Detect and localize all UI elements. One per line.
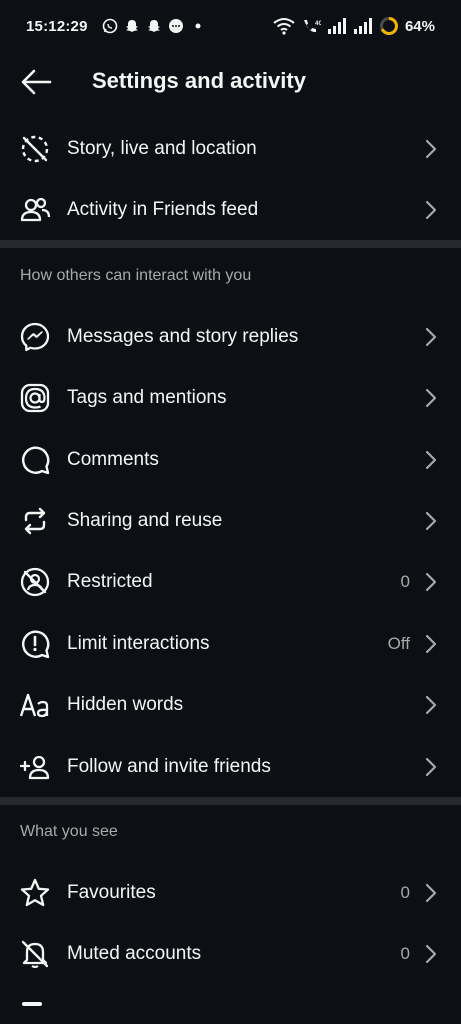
dot-icon xyxy=(190,18,206,34)
volte-call-icon: 4G xyxy=(301,17,321,35)
text-aa-icon xyxy=(19,689,51,721)
muted-accounts-count: 0 xyxy=(400,943,410,963)
section-title-interact: How others can interact with you xyxy=(20,267,252,284)
menu-item-restricted[interactable]: Restricted 0 xyxy=(0,551,461,612)
section-title-what-you-see: What you see xyxy=(20,823,118,840)
chevron-right-icon xyxy=(424,450,438,470)
menu-item-label: Tags and mentions xyxy=(67,386,227,408)
next-item-icon-partial xyxy=(22,1000,42,1024)
restricted-count: 0 xyxy=(400,571,410,591)
favourites-count: 0 xyxy=(400,882,410,902)
chevron-right-icon xyxy=(424,634,438,654)
whatsapp-icon xyxy=(102,18,118,34)
repost-icon xyxy=(19,505,51,537)
at-icon xyxy=(19,382,51,414)
chevron-right-icon xyxy=(424,883,438,903)
friends-icon xyxy=(19,194,51,226)
menu-item-tags-mentions[interactable]: Tags and mentions xyxy=(0,367,461,428)
snapchat-icon xyxy=(146,18,162,34)
status-left: 15:12:29 xyxy=(26,18,206,35)
battery-level: 64% xyxy=(404,17,435,35)
menu-item-label: Follow and invite friends xyxy=(67,755,271,777)
menu-item-activity-friends-feed[interactable]: Activity in Friends feed xyxy=(0,179,461,240)
menu-item-label: Restricted xyxy=(67,570,153,592)
add-person-icon xyxy=(19,751,51,783)
menu-item-favourites[interactable]: Favourites 0 xyxy=(0,862,461,923)
wifi-icon xyxy=(273,17,295,35)
svg-text:4G: 4G xyxy=(315,21,321,27)
snapchat-icon xyxy=(124,18,140,34)
chevron-right-icon xyxy=(424,572,438,592)
menu-item-label: Sharing and reuse xyxy=(67,509,223,531)
section-divider xyxy=(0,240,461,248)
signal-icon xyxy=(327,18,347,34)
status-bar: 15:12:29 4G 64% xyxy=(0,0,461,52)
menu-item-label: Comments xyxy=(67,448,159,470)
menu-item-hidden-words[interactable]: Hidden words xyxy=(0,674,461,735)
story-hidden-icon xyxy=(19,133,51,165)
menu-item-label: Messages and story replies xyxy=(67,325,299,347)
restricted-icon xyxy=(19,566,51,598)
menu-item-label: Hidden words xyxy=(67,693,184,715)
chevron-right-icon xyxy=(424,327,438,347)
signal-icon xyxy=(353,18,373,34)
section-divider xyxy=(0,797,461,805)
menu-item-label: Activity in Friends feed xyxy=(67,198,259,220)
menu-item-label: Muted accounts xyxy=(67,942,202,964)
messenger-icon xyxy=(19,321,51,353)
limit-icon xyxy=(19,628,51,660)
menu-item-story-live-location[interactable]: Story, live and location xyxy=(0,118,461,179)
back-arrow-icon[interactable] xyxy=(20,68,52,96)
battery-icon xyxy=(379,16,399,36)
muted-bell-icon xyxy=(19,938,51,970)
menu-item-label: Story, live and location xyxy=(67,137,257,159)
menu-item-label: Limit interactions xyxy=(67,632,210,654)
chevron-right-icon xyxy=(424,511,438,531)
chevron-right-icon xyxy=(424,695,438,715)
limit-interactions-status: Off xyxy=(387,633,410,653)
menu-item-label: Favourites xyxy=(67,881,156,903)
menu-item-comments[interactable]: Comments xyxy=(0,429,461,490)
comment-icon xyxy=(19,444,51,476)
chevron-right-icon xyxy=(424,200,438,220)
chevron-right-icon xyxy=(424,139,438,159)
chevron-right-icon xyxy=(424,388,438,408)
star-icon xyxy=(19,877,51,909)
header: Settings and activity xyxy=(0,52,461,112)
menu-item-sharing-reuse[interactable]: Sharing and reuse xyxy=(0,490,461,551)
menu-item-messages-story-replies[interactable]: Messages and story replies xyxy=(0,306,461,367)
menu-item-follow-invite[interactable]: Follow and invite friends xyxy=(0,736,461,797)
menu-item-limit-interactions[interactable]: Limit interactions Off xyxy=(0,613,461,674)
status-time: 15:12:29 xyxy=(26,17,88,35)
message-icon xyxy=(168,18,184,34)
chevron-right-icon xyxy=(424,944,438,964)
menu-item-muted-accounts[interactable]: Muted accounts 0 xyxy=(0,923,461,984)
status-right: 4G 64% xyxy=(273,16,435,36)
chevron-right-icon xyxy=(424,757,438,777)
page-title: Settings and activity xyxy=(92,68,306,93)
